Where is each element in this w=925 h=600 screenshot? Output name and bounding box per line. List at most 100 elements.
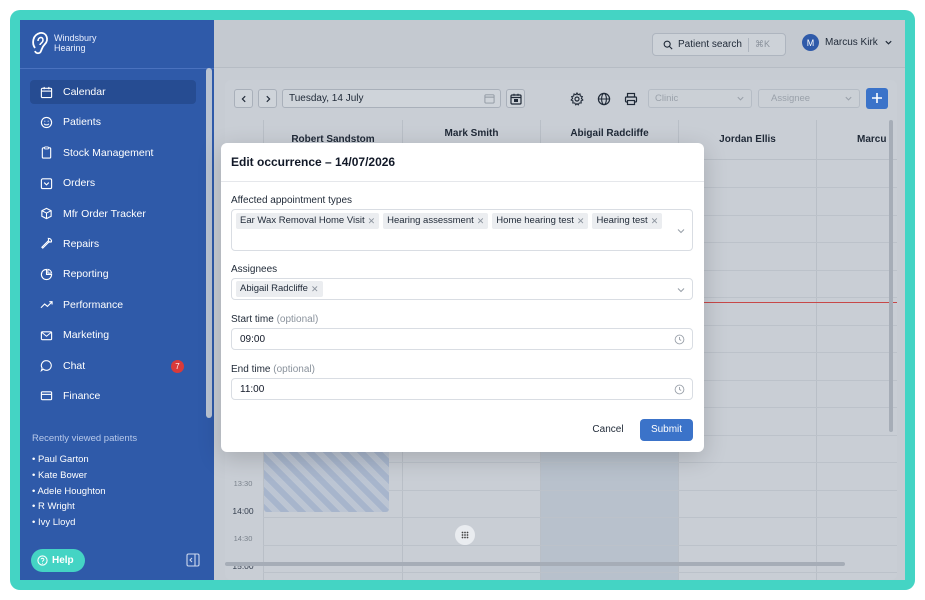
patient-search-label: Patient search [678,39,742,50]
sidebar-item-reporting[interactable]: Reporting [30,262,196,286]
grid-line [263,545,897,546]
recent-patient-link[interactable]: • R Wright [32,499,106,515]
edit-occurrence-dialog: Edit occurrence – 14/07/2026 Affected ap… [221,143,704,452]
remove-chip-icon[interactable]: ✕ [577,213,585,229]
appointment-types-multiselect[interactable]: Ear Wax Removal Home Visit ✕ Hearing asse… [231,209,693,251]
sidebar-item-chat[interactable]: Chat 7 [30,354,196,378]
staff-column[interactable]: Marcu [816,120,897,580]
start-time-value: 09:00 [240,334,266,345]
sidebar-item-label: Performance [63,298,124,311]
chevron-left-icon [241,95,246,102]
sidebar-divider [20,68,214,69]
appointment-types-chips: Ear Wax Removal Home Visit ✕ Hearing asse… [236,213,663,229]
settings-button[interactable] [567,89,586,108]
submit-button[interactable]: Submit [640,419,693,441]
logo[interactable]: Windsbury Hearing [30,30,97,56]
sidebar-item-marketing[interactable]: Marketing [30,323,196,347]
recent-patient-link[interactable]: • Ivy Lloyd [32,515,106,531]
chevron-right-icon [265,95,270,102]
help-label: Help [52,555,74,566]
cancel-button[interactable]: Cancel [583,419,633,441]
current-time-indicator [678,302,897,303]
wrench-icon [40,237,53,250]
sidebar-item-stock-management[interactable]: Stock Management [30,141,196,165]
print-button[interactable] [621,89,640,108]
mail-icon [40,329,53,342]
globe-button[interactable] [594,89,613,108]
calendar-vertical-scrollbar[interactable] [889,120,893,432]
start-time-input[interactable]: 09:00 [231,328,693,350]
date-picker[interactable]: Tuesday, 14 July [282,89,501,108]
grid-line [263,517,897,518]
calendar-horizontal-scrollbar[interactable] [225,562,845,566]
recent-patient-link[interactable]: • Kate Bower [32,468,106,484]
sidebar-item-calendar[interactable]: Calendar [30,80,196,104]
chip-label: Home hearing test [496,215,574,226]
appointment-type-chip: Home hearing test ✕ [492,213,589,229]
top-bar: Patient search ⌘K M Marcus Kirk [214,20,905,68]
calendar-toolbar: Tuesday, 14 July Clinic Assignee [225,80,897,120]
recent-patient-link[interactable]: • Adele Houghton [32,484,106,500]
sidebar-item-label: Finance [63,389,101,402]
sidebar-item-label: Chat [63,359,86,372]
start-time-label-text: Start time [231,314,274,325]
end-time-input[interactable]: 11:00 [231,378,693,400]
time-label: 14:30 [233,534,253,543]
assignee-select[interactable]: Assignee [758,89,860,108]
sidebar-item-repairs[interactable]: Repairs [30,232,196,256]
user-menu[interactable]: M Marcus Kirk [802,34,893,51]
drag-handle[interactable] [455,525,475,545]
search-icon [663,40,673,50]
clinic-select[interactable]: Clinic [648,89,752,108]
remove-chip-icon[interactable]: ✕ [651,213,659,229]
appointment-types-label: Affected appointment types [231,195,353,206]
sidebar-item-performance[interactable]: Performance [30,293,196,317]
sidebar-item-mfr-order-tracker[interactable]: Mfr Order Tracker [30,202,196,226]
clock-icon [674,384,685,395]
collapse-sidebar-icon[interactable] [186,553,200,567]
smile-icon [40,116,53,129]
start-time-label: Start time (optional) [231,314,318,325]
grid-line [263,572,897,573]
user-name: Marcus Kirk [825,37,878,48]
dialog-divider [221,181,704,182]
calendar-icon [484,94,495,104]
optional-hint: (optional) [273,364,315,375]
patient-search-button[interactable]: Patient search ⌘K [652,33,786,56]
appointment-type-chip: Ear Wax Removal Home Visit ✕ [236,213,380,229]
pie-chart-icon [40,268,53,281]
today-button[interactable] [506,89,525,108]
sidebar-item-patients[interactable]: Patients [30,110,196,134]
assignees-multiselect[interactable]: Abigail Radcliffe ✕ [231,278,693,300]
chat-unread-badge: 7 [171,359,184,373]
sidebar-item-label: Patients [63,116,101,129]
remove-chip-icon[interactable]: ✕ [368,213,376,229]
sidebar-item-label: Stock Management [63,146,154,159]
search-shortcut: ⌘K [754,39,770,49]
assignee-chip: Abigail Radcliffe ✕ [236,281,323,297]
help-button[interactable]: Help [31,549,85,572]
appointment-type-chip: Hearing assessment ✕ [383,213,489,229]
help-icon [37,555,48,566]
next-day-button[interactable] [258,89,277,108]
sidebar-item-finance[interactable]: Finance [30,384,196,408]
time-label: 14:00 [232,506,254,516]
remove-chip-icon[interactable]: ✕ [477,213,485,229]
sidebar-item-label: Calendar [63,86,106,98]
sidebar-scrollbar[interactable] [206,68,212,418]
recent-patient-link[interactable]: • Paul Garton [32,452,106,468]
grip-dots-icon [461,531,469,539]
calendar-icon [40,86,53,99]
add-appointment-button[interactable] [866,88,888,109]
inbox-icon [40,177,53,190]
remove-chip-icon[interactable]: ✕ [311,281,319,297]
clipboard-icon [40,146,53,159]
assignees-label: Assignees [231,264,278,275]
previous-day-button[interactable] [234,89,253,108]
sidebar-item-orders[interactable]: Orders [30,171,196,195]
sidebar-item-label: Orders [63,177,96,190]
current-date: Tuesday, 14 July [289,93,364,104]
assignees-chips: Abigail Radcliffe ✕ [236,281,323,297]
appointment-type-chip: Hearing test ✕ [592,213,663,229]
optional-hint: (optional) [276,314,319,325]
